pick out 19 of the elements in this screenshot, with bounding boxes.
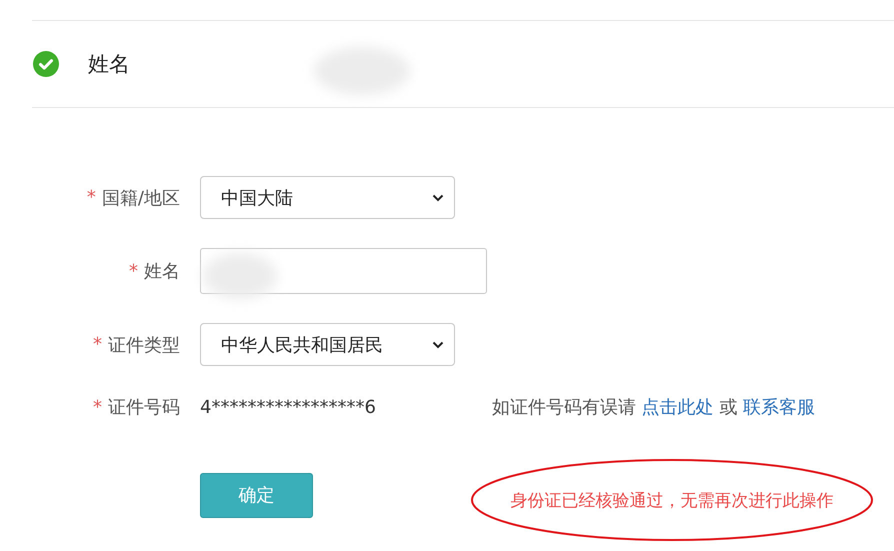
field-label: 姓名	[88, 51, 130, 78]
field-label: 国籍/地区	[102, 186, 180, 210]
id-number: 4*****************6	[200, 396, 377, 418]
contact-service-link[interactable]: 联系客服	[743, 397, 816, 418]
click-here-link[interactable]: 点击此处	[642, 397, 714, 418]
select-field[interactable]: 中华人民共和国居民	[200, 323, 455, 366]
required-mark: *	[93, 334, 102, 355]
field-label: 姓名	[144, 260, 180, 283]
required-mark: *	[86, 187, 96, 208]
chevron-down-icon	[432, 194, 444, 202]
chevron-down-icon	[432, 340, 444, 348]
required-mark: *	[129, 260, 138, 282]
error-message: 身份证已经核验通过，无需再次进行此操作	[510, 490, 834, 512]
confirm-button[interactable]: 确定	[200, 472, 313, 518]
field-label: 证件类型	[108, 334, 180, 356]
required-mark: *	[93, 396, 102, 418]
hint-text: 如证件号码有误请 点击此处 或 联系客服	[492, 396, 816, 419]
field-label: 证件号码	[108, 396, 180, 419]
select-field[interactable]: 中国大陆	[200, 176, 455, 219]
